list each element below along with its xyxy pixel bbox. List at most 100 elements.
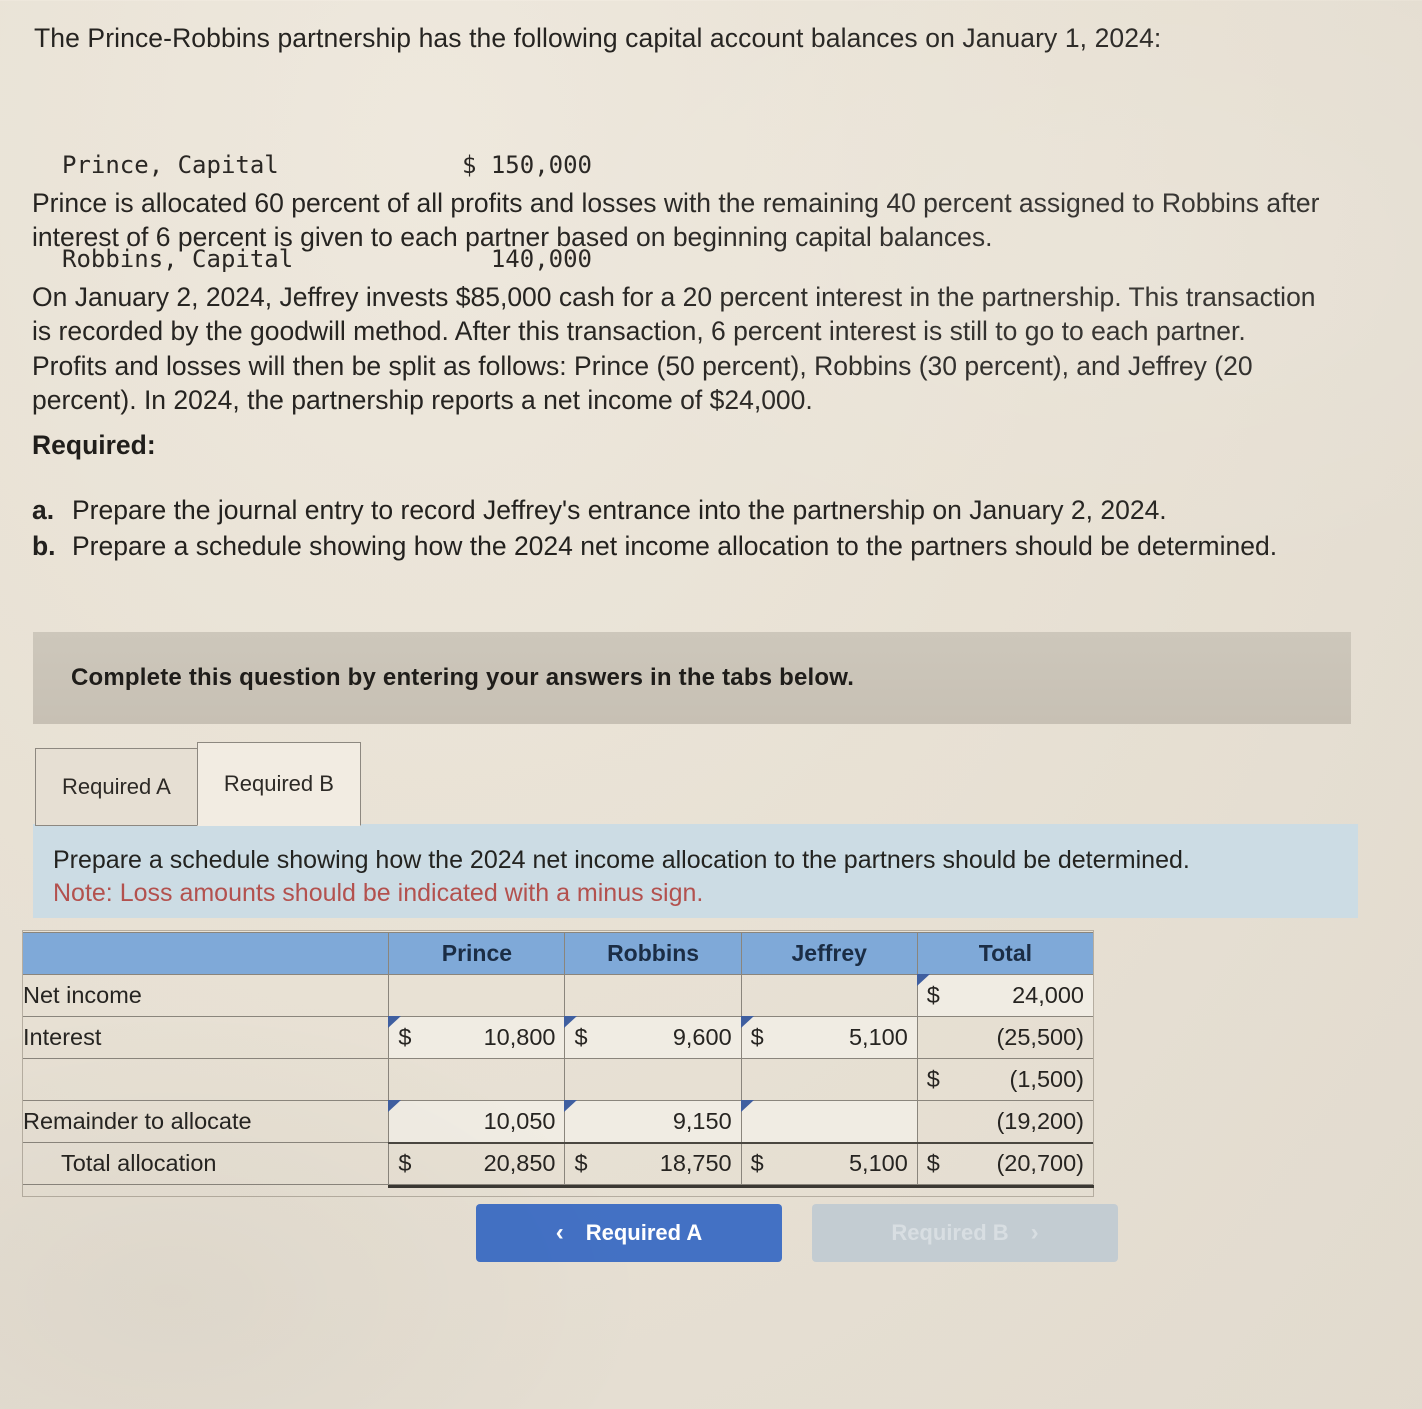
- capital-account-row: Prince, Capital $ 150,000: [62, 150, 592, 181]
- instruction-text: Prepare a schedule showing how the 2024 …: [53, 846, 1190, 874]
- row-label: Interest: [21, 1016, 390, 1059]
- table-row: Remainder to allocate 10,050 9,150 (19,200): [21, 1100, 1095, 1143]
- amount-input-cell[interactable]: $10,800: [388, 1016, 566, 1059]
- next-required-b-button[interactable]: Required B ›: [812, 1204, 1118, 1262]
- row-label: Total allocation: [21, 1142, 390, 1185]
- amount-text: (1,500): [1009, 1066, 1084, 1092]
- problem-intro: The Prince-Robbins partnership has the f…: [34, 23, 1162, 53]
- amount-input-cell[interactable]: [740, 1100, 918, 1143]
- table-bottom-rule: [388, 1185, 1094, 1188]
- money-value: 10,050: [389, 1101, 564, 1142]
- money-value: [389, 975, 564, 1016]
- currency-symbol: $: [926, 982, 940, 1008]
- money-value: [565, 1059, 740, 1100]
- homework-page: The Prince-Robbins partnership has the f…: [0, 0, 1422, 1409]
- capital-account-amount: $ 150,000: [461, 151, 592, 180]
- amount-input-cell[interactable]: $5,100: [740, 1016, 918, 1059]
- amount-cell: [388, 974, 566, 1017]
- tab-bar: Required A Required B: [35, 742, 361, 826]
- money-value: $20,850: [389, 1144, 564, 1185]
- amount-input-cell[interactable]: $9,600: [564, 1016, 742, 1059]
- table-row: Total allocation $20,850 $18,750 $5,100 $ (20…: [21, 1141, 1095, 1185]
- capital-account-name: Prince, Capital: [62, 151, 279, 180]
- row-label: Net income: [21, 974, 390, 1017]
- money-value: $5,100: [742, 1017, 917, 1058]
- money-value: [742, 1059, 917, 1100]
- amount-input-cell[interactable]: 9,150: [564, 1100, 742, 1143]
- amount-cell: [740, 974, 918, 1017]
- money-value: [389, 1059, 564, 1100]
- row-label: Remainder to allocate: [21, 1100, 390, 1143]
- money-value: (19,200): [918, 1101, 1093, 1142]
- tab-label: Required A: [62, 774, 171, 799]
- tab-required-a[interactable]: Required A: [35, 748, 198, 826]
- money-value: [742, 975, 917, 1016]
- currency-symbol: $: [398, 1024, 412, 1050]
- column-header-blank: [21, 932, 390, 975]
- required-list: a. Prepare the journal entry to record J…: [32, 494, 1292, 566]
- money-value: [565, 975, 740, 1016]
- amount-text: 9,150: [672, 1107, 732, 1134]
- complete-question-banner: Complete this question by entering your …: [33, 632, 1351, 724]
- allocation-schedule: Prince Robbins Jeffrey Total Net income $…: [21, 930, 1095, 1197]
- amount-cell: (25,500): [916, 1016, 1095, 1059]
- required-text: Prepare the journal entry to record Jeff…: [72, 495, 1167, 525]
- tab-required-b[interactable]: Required B: [196, 742, 361, 826]
- currency-symbol: $: [398, 1150, 412, 1177]
- required-item-a: a. Prepare the journal entry to record J…: [32, 494, 1292, 528]
- column-header-prince: Prince: [388, 932, 566, 975]
- prev-required-a-button[interactable]: ‹ Required A: [476, 1204, 782, 1262]
- amount-text: 10,050: [483, 1107, 556, 1134]
- currency-symbol: $: [750, 1024, 764, 1050]
- table-body: Net income $24,000 Interest $10,800 $9,600 $5…: [21, 974, 1095, 1185]
- table-row: $ (1,500): [21, 1058, 1095, 1101]
- required-heading: Required:: [32, 430, 156, 460]
- table-row: Interest $10,800 $9,600 $5,100 (25,500): [21, 1016, 1095, 1059]
- money-value: $ (20,700): [918, 1144, 1093, 1185]
- chevron-right-icon: ›: [1030, 1219, 1039, 1246]
- money-value: $ (1,500): [918, 1059, 1093, 1100]
- table-header-row: Prince Robbins Jeffrey Total: [21, 932, 1095, 975]
- next-button-label: Required B: [891, 1220, 1009, 1245]
- amount-cell: [564, 1058, 742, 1101]
- money-value: $9,600: [565, 1017, 740, 1058]
- problem-paragraph-2: On January 2, 2024, Jeffrey invests $85,…: [32, 282, 1316, 416]
- money-value: (25,500): [918, 1017, 1093, 1058]
- row-label: [21, 1058, 390, 1101]
- amount-cell: $ (20,700): [916, 1141, 1095, 1185]
- currency-symbol: $: [926, 1150, 940, 1177]
- chevron-left-icon: ‹: [555, 1219, 564, 1246]
- amount-cell: $5,100: [740, 1141, 918, 1185]
- column-header-robbins: Robbins: [564, 932, 742, 975]
- currency-symbol: $: [574, 1150, 588, 1177]
- amount-input-cell[interactable]: 10,050: [388, 1100, 566, 1143]
- prev-button-label: Required A: [585, 1220, 703, 1245]
- amount-cell: (19,200): [916, 1100, 1095, 1143]
- navigation-bar: ‹ Required A Required B ›: [476, 1204, 1118, 1262]
- amount-text: (25,500): [996, 1024, 1084, 1050]
- table-row: Net income $24,000: [21, 974, 1095, 1017]
- amount-cell: [740, 1058, 918, 1101]
- required-text: Prepare a schedule showing how the 2024 …: [72, 530, 1278, 561]
- currency-symbol: $: [574, 1024, 588, 1050]
- column-header-total: Total: [916, 932, 1095, 975]
- banner-text: Complete this question by entering your …: [71, 664, 855, 691]
- amount-text: (20,700): [996, 1150, 1084, 1177]
- currency-symbol: $: [750, 1150, 764, 1177]
- amount-cell: [564, 974, 742, 1017]
- currency-symbol: $: [926, 1066, 940, 1092]
- required-marker: b.: [32, 530, 56, 561]
- amount-text: 24,000: [1012, 982, 1084, 1008]
- amount-text: 10,800: [483, 1024, 556, 1050]
- money-value: $10,800: [389, 1017, 564, 1058]
- money-value: $24,000: [918, 975, 1093, 1016]
- money-value: $5,100: [742, 1144, 917, 1185]
- amount-text: (19,200): [996, 1107, 1084, 1134]
- required-marker: a.: [32, 495, 55, 525]
- amount-text: 5,100: [848, 1150, 908, 1177]
- amount-cell: $ (1,500): [916, 1058, 1095, 1101]
- amount-text: 20,850: [483, 1150, 556, 1177]
- amount-text: 9,600: [672, 1024, 732, 1050]
- amount-input-cell[interactable]: $24,000: [916, 974, 1095, 1017]
- problem-paragraph-1: Prince is allocated 60 percent of all pr…: [32, 188, 1320, 253]
